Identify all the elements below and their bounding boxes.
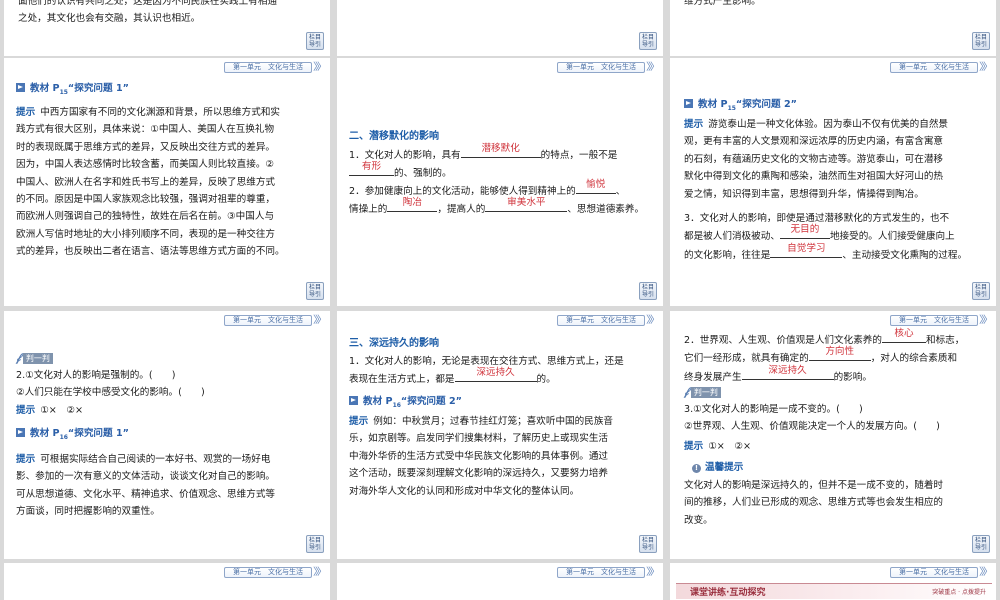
unit-header: 第一单元 文化与生活 〉〉〉	[224, 567, 327, 578]
slide-3: 维方式产生影响。 栏目 导引	[670, 0, 996, 56]
tip-paragraph: 提示 游览泰山是一种文化体验。因为泰山不仅有优美的自然景 观，更有丰富的人文景观和…	[684, 119, 949, 200]
unit-header: 第一单元 文化与生活 〉〉〉	[890, 62, 993, 73]
slide-2: 栏目 导引	[337, 0, 663, 56]
textbook-title: 教材 P16“探究问题 2”	[349, 393, 462, 414]
slide-6: 第一单元 文化与生活 〉〉〉 教材 P15“探究问题 2” 提示 游览泰山是一种文化…	[670, 58, 996, 306]
nav-guide-button[interactable]: 栏目 导引	[639, 32, 657, 50]
textbook-title: 教材 P15“探究问题 1”	[16, 80, 129, 101]
slide-1-line-2: 之处，其文化也会有交融，其认识也相近。	[18, 13, 201, 24]
warm-tip-paragraph: 文化对人的影响是深远持久的，但并不是一成不变的，随着时 间的推移，人们业已形成的观…	[684, 480, 944, 526]
play-square-icon	[16, 428, 25, 437]
play-square-icon	[349, 396, 358, 405]
section-heading: 二、潜移默化的影响	[349, 131, 439, 142]
info-icon: !	[692, 464, 701, 473]
textbook-title: 教材 P16“探究问题 1”	[16, 425, 129, 446]
tip-paragraph: 提示 中西方国家有不同的文化渊源和背景，所以思维方式和实 践方式有很大区别，具体来…	[16, 107, 285, 258]
unit-header: 第一单元 文化与生活 〉〉〉	[224, 315, 327, 326]
nav-guide-button[interactable]: 栏目 导引	[972, 32, 990, 50]
judge-questions: 2.①文化对人的影响是强制的。( ) ②人们只能在学校中感受文化的影响。( ) …	[16, 370, 205, 416]
textbook-title: 教材 P15“探究问题 2”	[684, 96, 797, 117]
fill-blank-4: 1．文化对人的影响，无论是表现在交往方式、思维方式上，还是 表现在生活方式上，都…	[349, 356, 624, 386]
slide-8: 第一单元 文化与生活 〉〉〉 三、深远持久的影响 1．文化对人的影响，无论是表现在…	[337, 311, 663, 559]
unit-header: 第一单元 文化与生活 〉〉〉	[557, 567, 660, 578]
slide-5: 第一单元 文化与生活 〉〉〉 二、潜移默化的影响 1．文化对人的影响，具有 潜移默化…	[337, 58, 663, 306]
fill-blank-5: 2．世界观、人生观、价值观是人们文化素养的 核心 和标志， 它们一经形成，就具有确定…	[684, 328, 965, 383]
nav-guide-button[interactable]: 栏目 导引	[972, 282, 990, 300]
slide-1-line-1: 面他们的认识有共同之处，这是因为不同民族在实践上有相通	[18, 0, 278, 7]
nav-guide-button[interactable]: 栏目 导引	[972, 535, 990, 553]
nav-guide-button[interactable]: 栏目 导引	[306, 282, 324, 300]
leaf-icon: 𝒻	[684, 385, 689, 398]
unit-header: 第一单元 文化与生活 〉〉〉	[557, 315, 660, 326]
nav-guide-button[interactable]: 栏目 导引	[639, 535, 657, 553]
nav-guide-button[interactable]: 栏目 导引	[639, 282, 657, 300]
section-band: 课堂讲练·互动探究 突破重点 · 点拨提升	[676, 583, 992, 599]
slide-3-line-1: 维方式产生影响。	[684, 0, 761, 7]
unit-header: 第一单元 文化与生活 〉〉〉	[557, 62, 660, 73]
judge-tag: 𝒻 判一判	[684, 383, 721, 401]
unit-header: 第一单元 文化与生活 〉〉〉	[890, 567, 993, 578]
section-heading: 三、深远持久的影响	[349, 338, 439, 349]
band-right-label: 突破重点 · 点拨提升	[932, 589, 986, 596]
tip-paragraph: 提示 例如：中秋赏月；过春节挂红灯笼；喜欢听中国的民族音 乐，如京剧等。启发同学们…	[349, 416, 614, 497]
play-square-icon	[684, 99, 693, 108]
tip-paragraph: 提示 可根据实际结合自己阅读的一本好书、观赏的一场好电 影、参加的一次有意义的文体…	[16, 454, 276, 518]
band-label: 课堂讲练·互动探究	[690, 588, 766, 598]
nav-guide-button[interactable]: 栏目 导引	[306, 535, 324, 553]
slide-4: 第一单元 文化与生活 〉〉〉 教材 P15“探究问题 1” 提示 中西方国家有不同的…	[4, 58, 330, 306]
slide-10: 第一单元 文化与生活 〉〉〉	[4, 563, 330, 600]
fill-blank-2: 2．参加健康向上的文化活动，能够使人得到精神上的 愉悦、 情操上的 陶冶 ，提高人的审…	[349, 179, 645, 216]
slide-11: 第一单元 文化与生活 〉〉〉	[337, 563, 663, 600]
leaf-icon: 𝒻	[16, 351, 21, 364]
fill-blank-3: 3．文化对人的影响，即使是通过潜移默化的方式发生的，也不 都是被人们消极被动、无…	[684, 213, 968, 261]
play-square-icon	[16, 83, 25, 92]
slide-1: 面他们的认识有共同之处，这是因为不同民族在实践上有相通 之处，其文化也会有交融，…	[4, 0, 330, 56]
unit-header: 第一单元 文化与生活 〉〉〉	[224, 62, 327, 73]
slide-12: 第一单元 文化与生活 〉〉〉 课堂讲练·互动探究 突破重点 · 点拨提升	[670, 563, 996, 600]
slide-7: 第一单元 文化与生活 〉〉〉 𝒻 判一判 2.①文化对人的影响是强制的。( ) ②人…	[4, 311, 330, 559]
slide-9: 第一单元 文化与生活 〉〉〉 2．世界观、人生观、价值观是人们文化素养的 核心 和标志…	[670, 311, 996, 559]
judge-questions: 3.①文化对人的影响是一成不变的。( ) ②世界观、人生观、价值观能决定一个人的…	[684, 404, 940, 452]
nav-guide-button[interactable]: 栏目 导引	[306, 32, 324, 50]
judge-tag: 𝒻 判一判	[16, 349, 53, 367]
warm-tip-title: ! 温馨提示	[692, 459, 743, 476]
